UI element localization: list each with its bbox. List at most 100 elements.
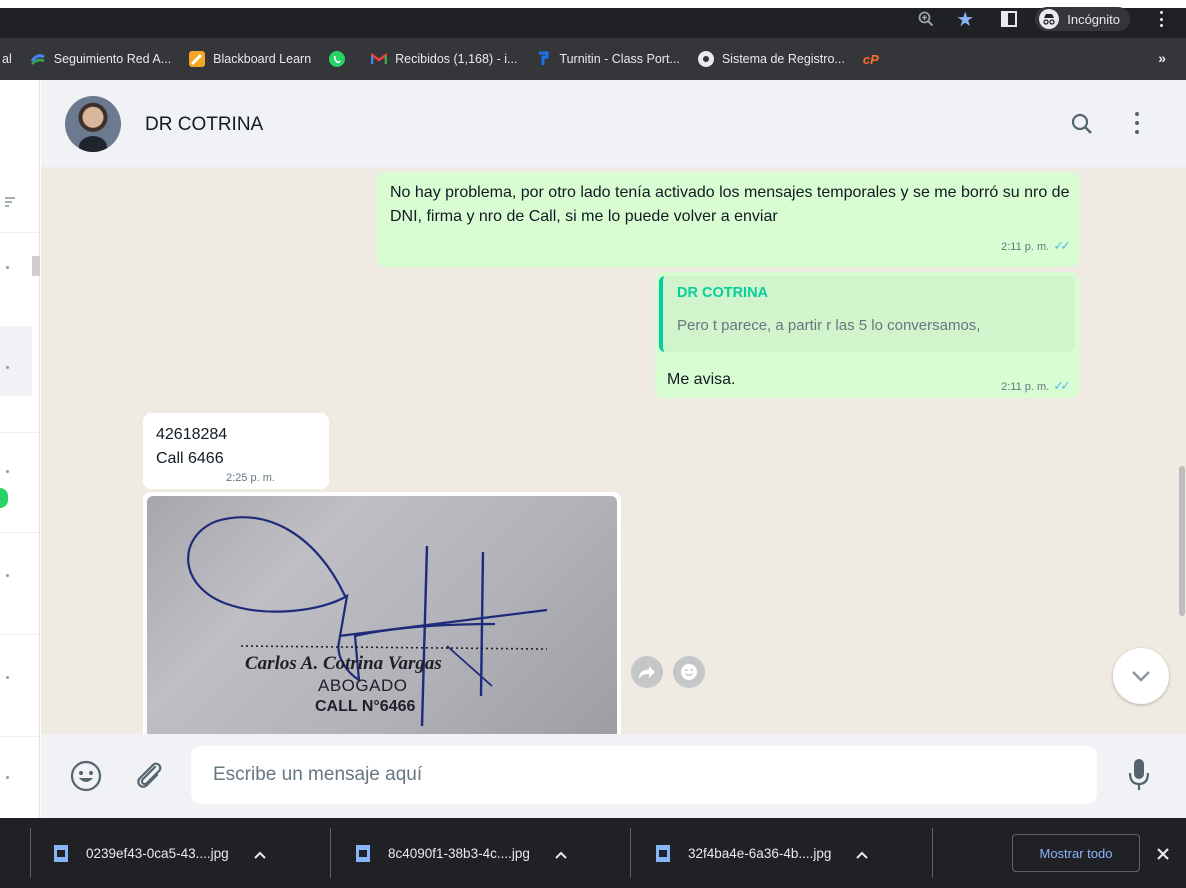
whatsapp-web: DR COTRINA No hay problema, por otro lad…	[0, 80, 1186, 818]
emoji-icon[interactable]	[69, 759, 103, 793]
download-item[interactable]: 8c4090f1-38b3-4c....jpg	[356, 818, 568, 888]
quoted-text: Pero t parece, a partir r las 5 lo conve…	[677, 317, 981, 334]
chat-scrollbar-thumb[interactable]	[1179, 466, 1185, 616]
browser-top-bar: ★ Incógnito	[0, 0, 1186, 38]
bookmark-gmail[interactable]: Recibidos (1,168) - i...	[371, 51, 517, 67]
image-file-icon	[54, 844, 68, 862]
read-ticks-icon: ✓✓	[1053, 237, 1071, 253]
chat-list-item-selected[interactable]	[0, 326, 32, 396]
bookmark-label: Recibidos (1,168) - i...	[395, 52, 518, 66]
message-incoming[interactable]: 42618284 Call 6466 2:25 p. m.	[143, 413, 329, 489]
download-filename: 8c4090f1-38b3-4c....jpg	[388, 845, 530, 861]
signature-photo[interactable]: Carlos A. Cotrina Vargas ABOGADO CALL N°…	[147, 496, 617, 734]
stamp-call: CALL N°6466	[315, 698, 416, 715]
bookmark-star-icon[interactable]: ★	[955, 9, 975, 31]
chat-list-item[interactable]	[6, 574, 9, 577]
zoom-icon[interactable]	[917, 10, 935, 28]
download-item[interactable]: 32f4ba4e-6a36-4b....jpg	[656, 818, 869, 888]
message-input[interactable]	[191, 746, 1097, 804]
gmail-icon	[371, 51, 388, 67]
message-time: 2:11 p. m.	[1001, 381, 1050, 393]
chat-list-divider	[0, 532, 40, 533]
chevron-down-icon	[1132, 671, 1150, 682]
bookmarks-overflow-button[interactable]: »	[1158, 50, 1166, 66]
incognito-icon	[1039, 9, 1060, 29]
unread-badge	[0, 488, 8, 508]
bookmark-turnitin[interactable]: Turnitin - Class Port...	[535, 51, 680, 67]
download-separator	[30, 828, 31, 878]
forward-icon	[639, 666, 655, 679]
bookmark-cpanel[interactable]: cP	[863, 51, 887, 67]
turnitin-icon	[535, 51, 551, 67]
chat-scrollbar[interactable]	[1178, 168, 1186, 734]
chat-list-divider	[0, 634, 40, 635]
bookmark-label: Seguimiento Red A...	[53, 52, 172, 66]
chat-list-item[interactable]	[6, 266, 9, 269]
filter-icon[interactable]	[4, 196, 16, 208]
chevron-up-icon[interactable]	[554, 848, 568, 859]
stamp-name: Carlos A. Cotrina Vargas	[245, 653, 442, 674]
chat-list-item[interactable]	[6, 470, 9, 473]
chat-list-divider	[0, 736, 40, 737]
attach-icon[interactable]	[133, 759, 165, 793]
download-filename: 32f4ba4e-6a36-4b....jpg	[688, 845, 832, 861]
close-icon[interactable]	[1155, 846, 1171, 862]
search-icon[interactable]	[1070, 112, 1094, 136]
bookmark-blackboard[interactable]: Blackboard Learn	[189, 51, 311, 67]
message-outgoing-reply[interactable]: DR COTRINA Pero t parece, a partir r las…	[655, 272, 1079, 398]
message-time: 2:11 p. m.	[1001, 240, 1050, 253]
message-incoming-image[interactable]: Carlos A. Cotrina Vargas ABOGADO CALL N°…	[143, 492, 621, 734]
chat-list-scrollbar[interactable]	[32, 256, 40, 276]
red-a-icon	[30, 51, 46, 67]
chat-messages: No hay problema, por otro lado tenía act…	[41, 168, 1186, 734]
download-filename: 0239ef43-0ca5-43....jpg	[86, 845, 229, 861]
image-file-icon	[356, 844, 370, 862]
downloads-bar: 0239ef43-0ca5-43....jpg 8c4090f1-38b3-4c…	[0, 818, 1186, 888]
chat-list-divider	[0, 232, 40, 233]
contact-avatar[interactable]	[65, 96, 121, 152]
message-composer	[41, 734, 1186, 818]
incognito-label: Incógnito	[1067, 11, 1120, 27]
chat-list-item[interactable]	[6, 366, 9, 369]
chat-header[interactable]: DR COTRINA	[41, 80, 1186, 168]
message-outgoing[interactable]: No hay problema, por otro lado tenía act…	[377, 172, 1079, 267]
contact-name[interactable]: DR COTRINA	[145, 114, 263, 136]
side-panel-icon[interactable]	[1001, 11, 1018, 27]
blackboard-icon	[189, 51, 206, 67]
chat-list-item[interactable]	[6, 776, 9, 779]
whatsapp-icon	[329, 51, 346, 67]
download-separator	[932, 828, 933, 878]
chevron-up-icon[interactable]	[855, 848, 869, 859]
react-button[interactable]	[673, 656, 705, 688]
chat-menu-icon[interactable]	[1134, 112, 1140, 134]
chat-list-item[interactable]	[6, 676, 9, 679]
bookmark-label: Sistema de Registro...	[721, 52, 845, 66]
show-all-downloads-button[interactable]: Mostrar todo	[1012, 834, 1140, 872]
image-file-icon	[656, 844, 670, 862]
emoji-react-icon	[681, 664, 697, 680]
scroll-down-button[interactable]	[1113, 648, 1169, 704]
stamp-title: ABOGADO	[318, 676, 408, 695]
download-separator	[330, 828, 331, 878]
bookmark-truncated[interactable]: al	[2, 52, 12, 66]
bookmark-seguimiento[interactable]: Seguimiento Red A...	[30, 51, 171, 67]
bookmark-whatsapp[interactable]	[329, 51, 353, 67]
bookmark-label: Blackboard Learn	[213, 52, 312, 66]
cpanel-icon: cP	[862, 51, 879, 67]
microphone-icon[interactable]	[1127, 757, 1151, 793]
window-top-strip	[0, 0, 1186, 8]
toolbar-icons: ★ Incógnito	[917, 7, 1186, 31]
bookmark-sistema-registro[interactable]: Sistema de Registro...	[697, 51, 845, 67]
incognito-badge[interactable]: Incógnito	[1035, 7, 1130, 31]
message-meta: 2:11 p. m. ✓✓	[1001, 374, 1071, 400]
browser-menu-icon[interactable]	[1158, 11, 1164, 27]
download-item[interactable]: 0239ef43-0ca5-43....jpg	[54, 818, 267, 888]
quoted-message[interactable]: DR COTRINA Pero t parece, a partir r las…	[659, 276, 1075, 352]
chat-list-pane	[0, 80, 40, 818]
forward-button[interactable]	[631, 656, 663, 688]
chevron-up-icon[interactable]	[253, 848, 267, 859]
bookmark-label: Turnitin - Class Port...	[559, 52, 680, 66]
message-line: 42618284	[156, 426, 228, 443]
message-time: 2:25 p. m.	[226, 472, 275, 484]
message-text: Me avisa.	[667, 371, 736, 388]
